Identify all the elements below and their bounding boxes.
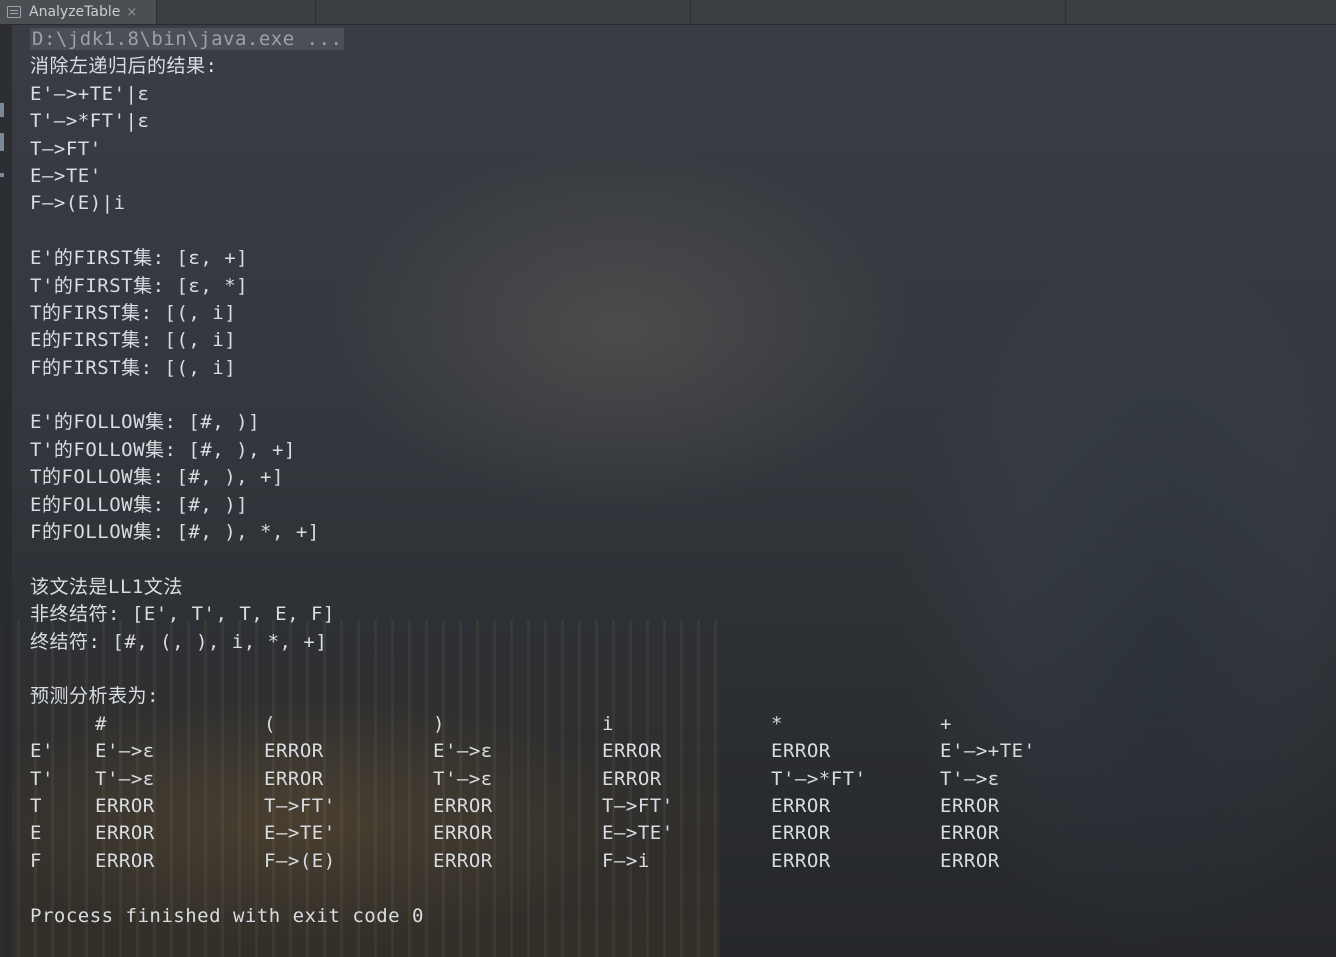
table-cell: E' [30,740,54,763]
table-cell: ERROR [940,849,1000,872]
table-row: E' E'—>ε ERROR E'—>ε ERROR ERROR E'—>+TE… [30,738,1320,765]
command-text[interactable]: D:\jdk1.8\bin\java.exe ... [30,28,345,50]
table-title: 预测分析表为: [30,685,159,708]
table-cell: ERROR [95,794,155,817]
table-cell: T' [30,767,54,790]
table-cell: ERROR [771,849,831,872]
table-cell: ERROR [264,740,324,763]
gutter-marker [0,133,4,151]
table-cell: T [30,794,42,817]
first-set-line: E的FIRST集: [(, i] [30,329,237,352]
tab-analyzetable[interactable]: AnalyzeTable × [0,0,157,24]
production-line: T'—>*FT'|ε [30,110,150,133]
gutter-marker [0,103,4,117]
production-line: F—>(E)|i [30,192,126,215]
table-header-cell: i [602,712,614,735]
follow-set-line: E'的FOLLOW集: [#, )] [30,411,261,434]
table-row: T ERROR T—>FT' ERROR T—>FT' ERROR ERROR [30,793,1320,820]
tab-divider [315,0,316,24]
table-cell: ERROR [433,794,493,817]
table-header-cell [30,711,95,738]
table-cell: E [30,822,42,845]
table-header-cell: ) [433,712,445,735]
terminals-line: 终结符: [#, (, ), i, *, +] [30,630,328,653]
exit-status-line: Process finished with exit code 0 [30,904,424,927]
table-row: T' T'—>ε ERROR T'—>ε ERROR T'—>*FT' T'—>… [30,766,1320,793]
nonterminals-line: 非终结符: [E', T', T, E, F] [30,603,335,626]
first-set-line: E'的FIRST集: [ε, +] [30,247,249,270]
table-cell: ERROR [264,767,324,790]
table-cell: E—>TE' [264,822,336,845]
table-cell: E'—>ε [433,740,493,763]
table-header-cell: + [940,712,952,735]
gutter-marker [0,173,4,177]
table-cell: ERROR [771,740,831,763]
table-cell: T'—>ε [95,767,155,790]
table-cell: ERROR [771,794,831,817]
table-cell: F—>i [602,849,650,872]
console-gutter [0,25,12,957]
table-cell: ERROR [602,740,662,763]
table-cell: T—>FT' [602,794,674,817]
run-tab-bar: AnalyzeTable × [0,0,1336,25]
command-line: D:\jdk1.8\bin\java.exe ... [30,26,1320,53]
table-cell: ERROR [771,822,831,845]
tab-label: AnalyzeTable [29,4,121,20]
table-header-cell: ( [264,712,276,735]
follow-set-line: T'的FOLLOW集: [#, ), +] [30,438,296,461]
follow-set-line: E的FOLLOW集: [#, )] [30,493,249,516]
table-cell: T'—>*FT' [771,767,867,790]
production-line: T—>FT' [30,137,102,160]
ll1-result-line: 该文法是LL1文法 [30,575,183,598]
first-set-line: T的FIRST集: [(, i] [30,301,237,324]
elimination-title: 消除左递归后的结果: [30,55,218,78]
tab-divider [690,0,691,24]
console-icon [7,6,21,18]
table-cell: ERROR [940,822,1000,845]
table-cell: ERROR [602,767,662,790]
table-cell: ERROR [95,849,155,872]
table-cell: F—>(E) [264,849,336,872]
table-cell: ERROR [433,849,493,872]
table-cell: ERROR [940,794,1000,817]
table-header-cell: * [771,712,783,735]
first-set-line: F的FIRST集: [(, i] [30,356,237,379]
table-cell: T'—>ε [940,767,1000,790]
table-cell: T'—>ε [433,767,493,790]
table-cell: E—>TE' [602,822,674,845]
table-cell: ERROR [433,822,493,845]
close-icon[interactable]: × [126,5,137,20]
console-output[interactable]: D:\jdk1.8\bin\java.exe ... 消除左递归后的结果: E'… [30,26,1320,930]
table-cell: ERROR [95,822,155,845]
follow-set-line: F的FOLLOW集: [#, ), *, +] [30,521,320,544]
table-cell: F [30,849,42,872]
first-set-line: T'的FIRST集: [ε, *] [30,274,249,297]
tab-divider [1065,0,1066,24]
table-cell: T—>FT' [264,794,336,817]
production-line: E—>TE' [30,164,102,187]
table-row: F ERROR F—>(E) ERROR F—>i ERROR ERROR [30,848,1320,875]
table-header-cell: # [95,712,107,735]
production-line: E'—>+TE'|ε [30,82,150,105]
table-cell: E'—>ε [95,740,155,763]
table-cell: E'—>+TE' [940,740,1036,763]
follow-set-line: T的FOLLOW集: [#, ), +] [30,466,284,489]
table-header-row: # ( ) i * + [30,711,1320,738]
run-console-window: AnalyzeTable × D:\jdk1.8\bin\java.exe ..… [0,0,1336,957]
table-row: E ERROR E—>TE' ERROR E—>TE' ERROR ERROR [30,820,1320,847]
